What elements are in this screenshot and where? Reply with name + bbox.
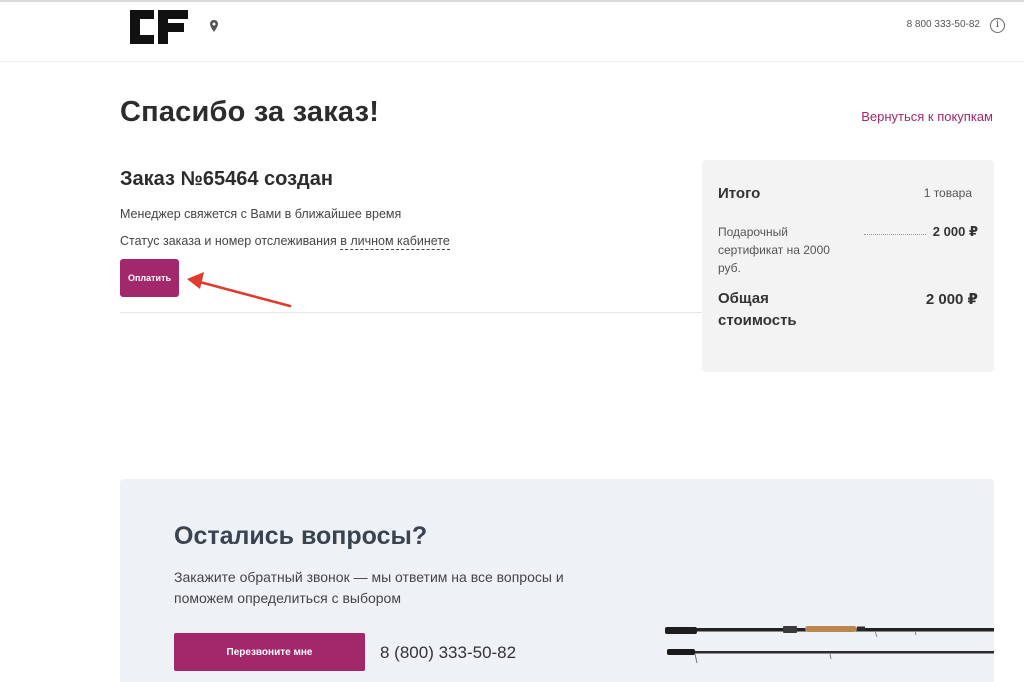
callback-button[interactable]: Перезвоните мне bbox=[174, 633, 365, 671]
summary-dotted-leader bbox=[864, 234, 926, 235]
order-title: Заказ №65464 создан bbox=[120, 168, 333, 190]
summary-item-count: 1 товара bbox=[923, 186, 972, 200]
manager-note: Менеджер свяжется с Вами в ближайшее вре… bbox=[120, 207, 402, 221]
info-circle-icon[interactable]: i bbox=[990, 18, 1005, 33]
personal-cabinet-link[interactable]: в личном кабинете bbox=[340, 234, 450, 250]
order-status-prefix: Статус заказа и номер отслеживания bbox=[120, 234, 341, 248]
order-summary: Итого 1 товара Подарочный сертификат на … bbox=[702, 160, 994, 372]
summary-total-value: 2 000 ₽ bbox=[925, 291, 978, 308]
divider bbox=[120, 312, 702, 313]
order-status-text: Статус заказа и номер отслеживания в лич… bbox=[120, 234, 450, 250]
questions-title: Остались вопросы? bbox=[174, 522, 428, 550]
site-logo[interactable] bbox=[128, 8, 190, 46]
pay-button[interactable]: Оплатить bbox=[120, 259, 179, 297]
site-header: 8 800 333-50-82 i bbox=[0, 0, 1024, 62]
questions-banner: Остались вопросы? Закажите обратный звон… bbox=[120, 479, 994, 682]
summary-total-label: Общая стоимость bbox=[718, 290, 797, 329]
questions-text: Закажите обратный звонок — мы ответим на… bbox=[174, 569, 564, 606]
fishing-rods-image bbox=[665, 626, 994, 664]
questions-phone[interactable]: 8 (800) 333-50-82 bbox=[380, 643, 516, 663]
page-title: Спасибо за заказ! bbox=[120, 96, 380, 128]
back-to-shopping-link[interactable]: Вернуться к покупкам bbox=[861, 109, 993, 124]
summary-item-name: Подарочный сертификат на 2000 руб. bbox=[718, 225, 830, 275]
header-phone[interactable]: 8 800 333-50-82 bbox=[907, 19, 980, 30]
summary-item-price: 2 000 ₽ bbox=[932, 224, 978, 239]
map-pin-icon[interactable] bbox=[210, 20, 218, 32]
annotation-arrow-icon bbox=[187, 272, 292, 308]
summary-title: Итого bbox=[718, 185, 761, 202]
